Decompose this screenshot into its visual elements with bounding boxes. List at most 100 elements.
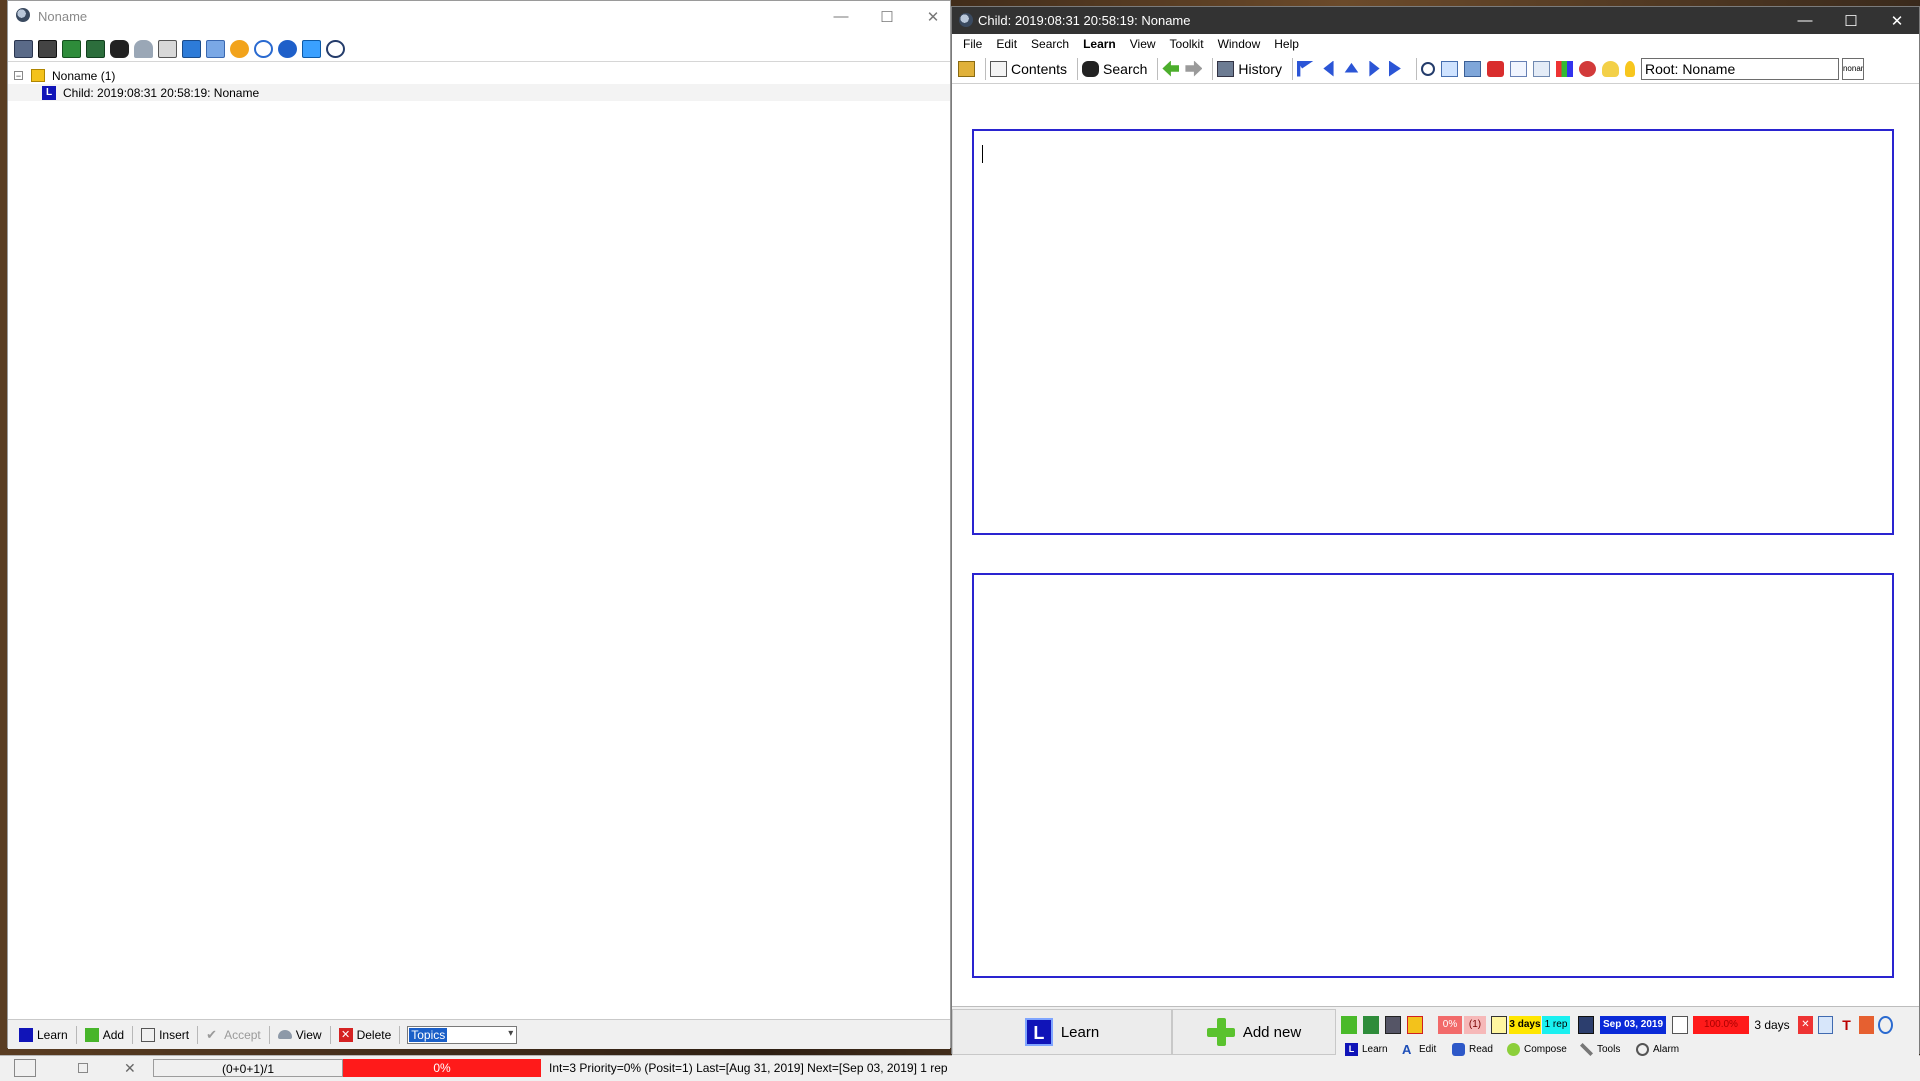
left-window: Noname — ☐ ✕ − Noname (1) L Child: 2019:… <box>7 0 951 1049</box>
user-icon[interactable] <box>1601 60 1619 77</box>
root-path-input[interactable]: Root: Noname <box>1640 57 1839 80</box>
mail-icon[interactable] <box>1509 60 1527 77</box>
mode-edit[interactable]: A Edit <box>1402 1043 1436 1056</box>
maximize-icon[interactable] <box>78 1063 88 1073</box>
mode-read[interactable]: Read <box>1452 1043 1493 1056</box>
menu-file[interactable]: File <box>956 37 989 51</box>
tree-child-label: Child: 2019:08:31 20:58:19: Noname <box>63 85 260 100</box>
text-format-icon[interactable]: T <box>1839 1016 1854 1034</box>
learn-button[interactable]: Learn <box>14 1024 73 1046</box>
help-icon[interactable] <box>1578 60 1596 77</box>
tools-icon <box>1580 1043 1593 1056</box>
menu-toolkit[interactable]: Toolkit <box>1163 37 1211 51</box>
priority-icon[interactable] <box>1407 1016 1423 1034</box>
separator <box>1077 57 1079 80</box>
open-folder-icon[interactable] <box>958 60 975 77</box>
left-titlebar[interactable]: Noname <box>8 1 950 32</box>
eye-icon[interactable] <box>134 39 153 58</box>
parent-icon[interactable] <box>1344 62 1359 73</box>
previous-icon[interactable] <box>1323 60 1334 77</box>
left-window-title: Noname <box>38 9 88 24</box>
window-icon[interactable] <box>1532 60 1550 77</box>
text-caret <box>982 145 983 163</box>
refresh-icon[interactable] <box>1878 1016 1893 1034</box>
mode-compose-label: Compose <box>1524 1044 1567 1055</box>
indicator-interval: 3 days <box>1754 1018 1790 1032</box>
cancel-icon[interactable]: ✕ <box>1798 1016 1813 1034</box>
info-icon[interactable] <box>278 39 297 58</box>
topics-select[interactable]: Topics ▾ <box>407 1025 518 1044</box>
close-button[interactable]: ✕ <box>1874 7 1920 34</box>
calendar-17-icon[interactable] <box>1672 1016 1688 1034</box>
mode-alarm[interactable]: Alarm <box>1636 1043 1679 1056</box>
right-window: Child: 2019:08:31 20:58:19: Noname — ☐ ✕… <box>951 6 1920 1056</box>
list-icon[interactable] <box>14 39 33 58</box>
book-icon[interactable] <box>1463 60 1481 77</box>
menu-window[interactable]: Window <box>1211 37 1268 51</box>
zoom-icon[interactable] <box>326 39 345 58</box>
search-button[interactable]: Search <box>1082 60 1147 77</box>
menu-bar: File Edit Search Learn View Toolkit Wind… <box>952 34 1919 54</box>
record-icon[interactable] <box>230 39 249 58</box>
menu-help[interactable]: Help <box>1267 37 1306 51</box>
app-icon <box>959 13 973 27</box>
paste-icon[interactable] <box>86 39 105 58</box>
maximize-button[interactable]: ☐ <box>1828 7 1874 34</box>
colors-icon[interactable] <box>1555 60 1573 77</box>
task-icon[interactable] <box>1385 1016 1401 1034</box>
small-input[interactable]: nonam <box>1841 57 1864 80</box>
topic-icon[interactable] <box>1341 1016 1357 1034</box>
menu-edit[interactable]: Edit <box>989 37 1024 51</box>
sync-icon[interactable] <box>302 39 321 58</box>
lightbulb-icon[interactable] <box>1624 60 1635 77</box>
maximize-button[interactable]: ☐ <box>864 1 910 32</box>
question-editor[interactable] <box>972 129 1894 535</box>
next-icon[interactable] <box>1369 60 1380 77</box>
minimize-button[interactable]: — <box>818 1 864 32</box>
insert-button[interactable]: Insert <box>136 1024 194 1046</box>
menu-search[interactable]: Search <box>1024 37 1076 51</box>
mode-learn-label: Learn <box>1362 1044 1388 1055</box>
separator <box>985 57 986 80</box>
mode-tools[interactable]: Tools <box>1580 1043 1620 1056</box>
learn-big-button[interactable]: L Learn <box>952 1009 1172 1055</box>
tree-icon[interactable] <box>158 39 177 58</box>
item-icon[interactable] <box>1363 1016 1379 1034</box>
copy-icon[interactable] <box>62 39 81 58</box>
google-icon[interactable] <box>1486 60 1504 77</box>
contents-button[interactable]: Contents <box>990 60 1067 77</box>
menu-learn[interactable]: Learn <box>1076 37 1123 51</box>
last-icon[interactable] <box>1388 60 1401 77</box>
accept-button[interactable]: ✔ Accept <box>201 1024 266 1046</box>
tree-row-root[interactable]: − Noname (1) <box>8 67 950 84</box>
import-icon[interactable] <box>182 39 201 58</box>
forward-arrow-icon[interactable] <box>1185 60 1203 77</box>
mode-compose[interactable]: Compose <box>1507 1043 1567 1056</box>
menu-view[interactable]: View <box>1123 37 1163 51</box>
mode-learn[interactable]: L Learn <box>1345 1043 1388 1056</box>
window-icon[interactable] <box>38 39 57 58</box>
image-icon[interactable] <box>1859 1016 1874 1034</box>
history-button[interactable]: History <box>1217 60 1282 77</box>
zoom-icon[interactable] <box>1420 61 1435 76</box>
dictionary-icon[interactable] <box>1440 60 1458 77</box>
close-icon[interactable]: ✕ <box>124 1059 136 1077</box>
undo-icon[interactable] <box>254 39 273 58</box>
back-arrow-icon[interactable] <box>1162 60 1180 77</box>
restore-icon[interactable] <box>14 1059 36 1077</box>
layout-icon[interactable] <box>1818 1016 1833 1034</box>
collapse-icon[interactable]: − <box>14 71 23 81</box>
answer-editor[interactable] <box>972 573 1894 978</box>
view-button[interactable]: View <box>273 1024 327 1046</box>
tree-row-child[interactable]: L Child: 2019:08:31 20:58:19: Noname <box>8 84 950 101</box>
binoculars-icon[interactable] <box>110 39 129 58</box>
add-button[interactable]: Add <box>80 1024 129 1046</box>
add-button-label: Add <box>102 1027 125 1042</box>
add-new-button[interactable]: Add new <box>1172 1009 1336 1055</box>
close-button[interactable]: ✕ <box>910 1 956 32</box>
first-icon[interactable] <box>1296 60 1314 77</box>
delete-button[interactable]: ✕ Delete <box>334 1024 397 1046</box>
save-icon[interactable] <box>206 39 225 58</box>
minimize-button[interactable]: — <box>1782 7 1828 34</box>
right-titlebar[interactable]: Child: 2019:08:31 20:58:19: Noname — ☐ ✕ <box>952 7 1919 34</box>
